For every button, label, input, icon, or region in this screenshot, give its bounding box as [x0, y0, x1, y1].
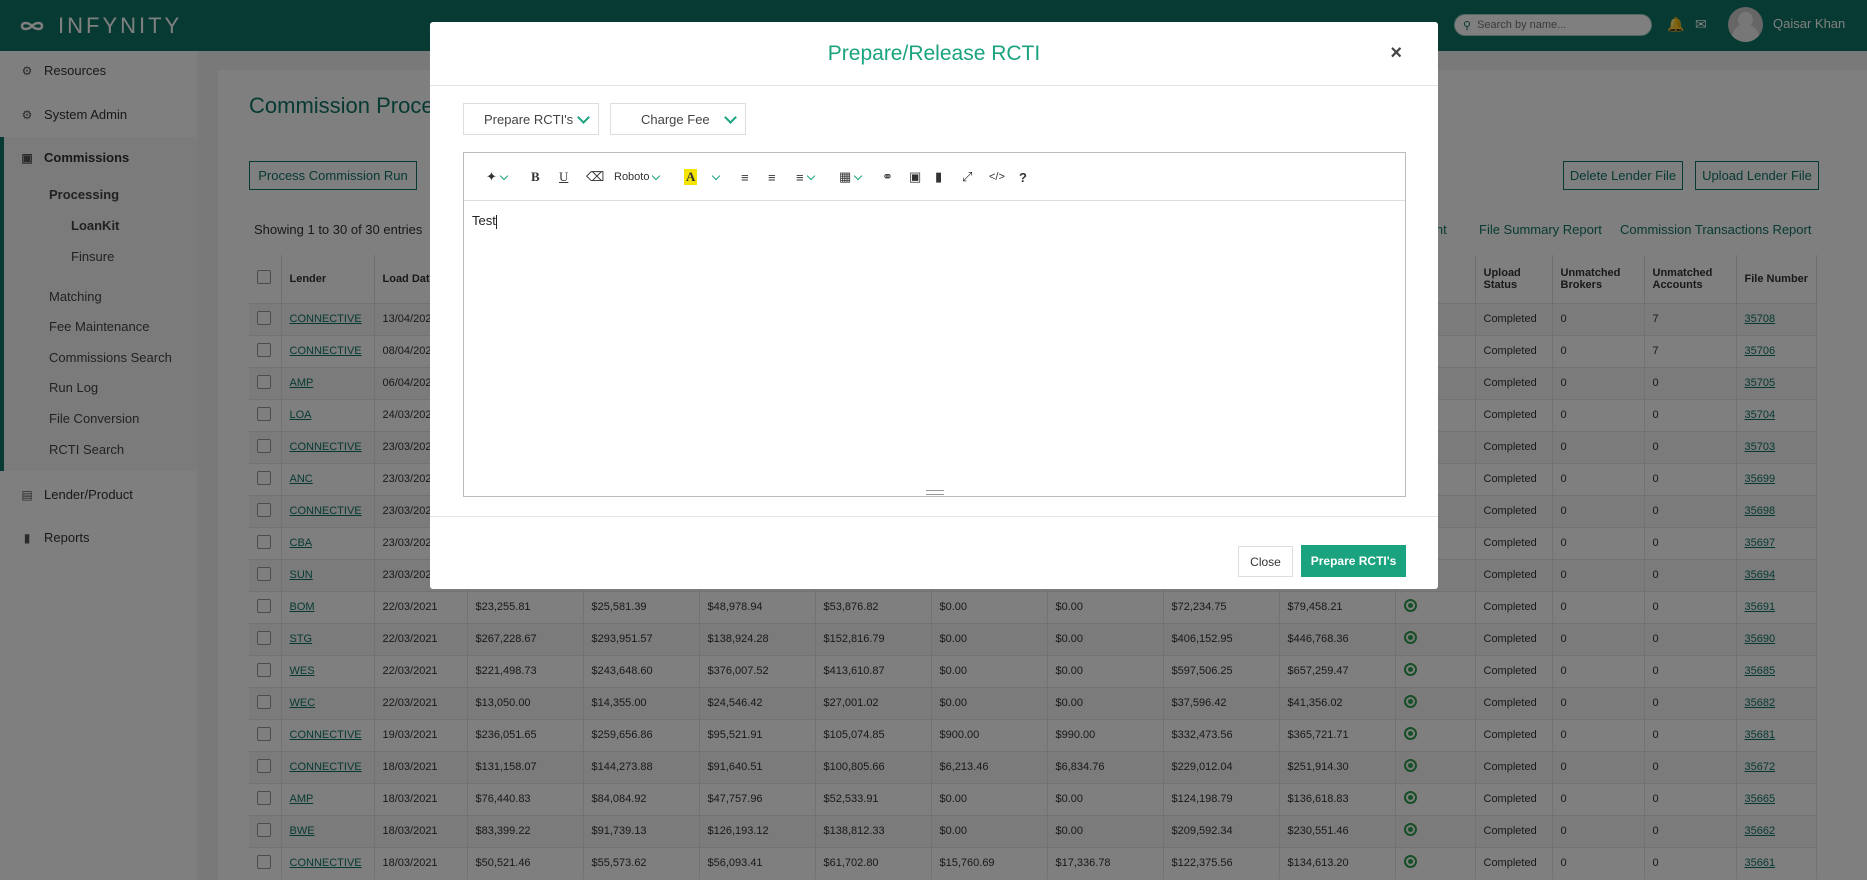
ordered-list-button[interactable]: ≡ — [768, 167, 776, 187]
prepare-rctis-button[interactable]: Prepare RCTI's — [1301, 545, 1406, 577]
magic-wand-icon: ✦ — [486, 169, 497, 184]
chevron-down-icon — [854, 171, 863, 180]
video-icon: ▮ — [935, 169, 943, 184]
video-button[interactable]: ▮ — [935, 167, 942, 187]
code-view-button[interactable]: </> — [989, 167, 1005, 187]
editor-content[interactable]: Test — [472, 213, 497, 229]
font-family-dropdown[interactable]: Roboto — [614, 167, 661, 187]
dropdown-label: Prepare RCTI's — [484, 111, 574, 127]
chevron-down-icon — [652, 171, 661, 180]
table-icon: ▦ — [839, 169, 852, 184]
editor-toolbar: ✦ B U ⌫ Roboto A ≡ ≡ ≡ ▦ ⚭ ▣ ▮ ⤢ </> ? — [464, 153, 1405, 201]
modal-footer-divider — [430, 516, 1438, 517]
dropdown-label: Charge Fee — [641, 111, 710, 127]
prepare-rctis-dropdown[interactable]: Prepare RCTI's — [463, 103, 599, 135]
color-dropdown-button[interactable] — [709, 167, 721, 187]
editor-text: Test — [472, 213, 496, 228]
help-icon: ? — [1019, 169, 1027, 185]
chevron-down-icon — [577, 111, 590, 124]
modal-title: Prepare/Release RCTI — [827, 42, 1041, 65]
font-name: Roboto — [614, 171, 650, 183]
close-button[interactable]: Close — [1238, 546, 1293, 577]
link-icon: ⚭ — [882, 169, 893, 184]
code-icon: </> — [989, 171, 1005, 183]
unordered-list-icon: ≡ — [741, 169, 749, 185]
image-button[interactable]: ▣ — [909, 167, 921, 187]
chevron-down-icon — [806, 171, 815, 180]
text-color-icon: A — [684, 169, 698, 185]
align-icon: ≡ — [796, 169, 804, 185]
close-icon[interactable]: × — [1390, 42, 1402, 65]
modal-header: Prepare/Release RCTI × — [430, 22, 1438, 86]
paragraph-align-button[interactable]: ≡ — [796, 167, 815, 187]
link-button[interactable]: ⚭ — [882, 167, 893, 187]
rich-text-editor: ✦ B U ⌫ Roboto A ≡ ≡ ≡ ▦ ⚭ ▣ ▮ ⤢ </> ? T… — [463, 152, 1406, 497]
resize-handle-icon[interactable] — [926, 490, 944, 495]
underline-icon: U — [559, 169, 569, 184]
fullscreen-icon: ⤢ — [962, 169, 973, 184]
bold-icon: B — [531, 169, 540, 184]
unordered-list-button[interactable]: ≡ — [741, 167, 749, 187]
table-button[interactable]: ▦ — [839, 167, 863, 187]
image-icon: ▣ — [909, 169, 922, 184]
text-cursor — [495, 214, 497, 229]
underline-button[interactable]: U — [559, 167, 568, 187]
fullscreen-button[interactable]: ⤢ — [962, 167, 972, 187]
highlight-color-button[interactable]: A — [684, 167, 698, 187]
help-button[interactable]: ? — [1019, 167, 1027, 187]
chevron-down-icon — [724, 111, 737, 124]
bold-button[interactable]: B — [531, 167, 540, 187]
ordered-list-icon: ≡ — [768, 169, 776, 185]
charge-fee-dropdown[interactable]: Charge Fee — [610, 103, 746, 135]
eraser-icon: ⌫ — [586, 169, 605, 184]
style-magic-button[interactable]: ✦ — [486, 167, 509, 187]
chevron-down-icon — [711, 171, 721, 180]
prepare-release-rcti-modal: Prepare/Release RCTI × Prepare RCTI's Ch… — [430, 22, 1438, 589]
chevron-down-icon — [499, 171, 509, 180]
eraser-button[interactable]: ⌫ — [586, 167, 604, 187]
